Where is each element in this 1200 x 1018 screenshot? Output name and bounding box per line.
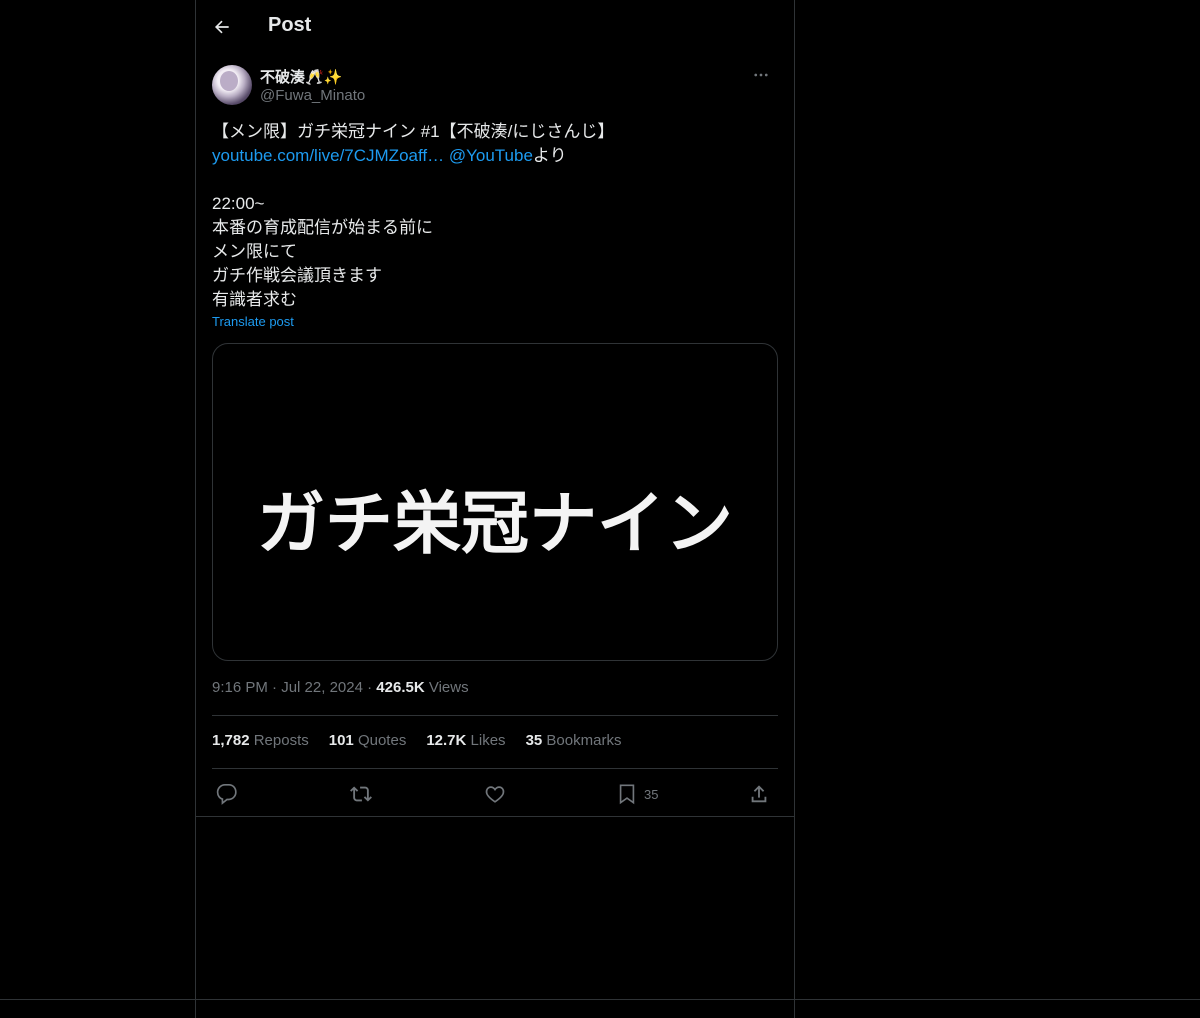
link-suffix: より <box>532 146 567 165</box>
action-bar: 35 <box>212 779 778 809</box>
display-name[interactable]: 不破湊🥂✨ <box>260 66 342 87</box>
views-count: 426.5K <box>376 679 425 696</box>
back-button[interactable] <box>208 13 236 41</box>
youtube-mention[interactable]: @YouTube <box>449 146 533 165</box>
post-meta: 9:16 PM · Jul 22, 2024 · 426.5K Views <box>212 679 469 696</box>
like-button[interactable] <box>484 779 506 809</box>
text-line-5: ガチ作戦会議頂きます <box>212 266 382 285</box>
meta-divider <box>212 715 778 716</box>
views-label: Views <box>428 679 469 696</box>
post-column: Post 不破湊🥂✨ @Fuwa_Minato 【メン限】ガチ栄冠ナイン #1【… <box>196 0 794 1018</box>
page-title: Post <box>268 14 312 36</box>
text-line-link: youtube.com/live/7CJMZoaff… @YouTubeより <box>212 144 778 168</box>
more-dots-icon <box>754 73 768 77</box>
back-arrow-icon <box>214 20 229 34</box>
post-time[interactable]: 9:16 PM <box>212 679 268 696</box>
stats-divider <box>212 768 778 769</box>
post-text: 【メン限】ガチ栄冠ナイン #1【不破湊/にじさんじ】 youtube.com/l… <box>212 120 778 312</box>
user-handle[interactable]: @Fuwa_Minato <box>260 87 365 104</box>
engagement-stats: 1,782 Reposts 101 Quotes 12.7K Likes 35 … <box>212 732 621 749</box>
media-card[interactable]: ガチ栄冠ナイン <box>212 343 778 661</box>
media-title-text: ガチ栄冠ナイン <box>256 485 733 564</box>
post-author: 不破湊🥂✨ @Fuwa_Minato <box>212 64 778 108</box>
like-icon <box>485 786 505 803</box>
bookmark-count: 35 <box>644 786 659 802</box>
quotes-stat[interactable]: 101 Quotes <box>329 732 407 749</box>
text-line-title: 【メン限】ガチ栄冠ナイン #1【不破湊/にじさんじ】 <box>212 122 615 141</box>
bookmark-icon <box>619 784 635 805</box>
share-button[interactable] <box>748 779 770 809</box>
reply-icon <box>216 784 237 805</box>
reply-button[interactable] <box>216 779 238 809</box>
post-date[interactable]: Jul 22, 2024 <box>281 679 363 696</box>
text-line-6: 有識者求む <box>212 290 297 309</box>
share-icon <box>751 785 767 803</box>
bookmarks-stat[interactable]: 35 Bookmarks <box>526 732 622 749</box>
translate-post-link[interactable]: Translate post <box>212 314 294 329</box>
text-line-4: メン限にて <box>212 242 297 261</box>
text-line-time: 22:00~ <box>212 194 265 213</box>
right-column-border <box>794 0 795 1018</box>
likes-stat[interactable]: 12.7K Likes <box>426 732 505 749</box>
header: Post <box>196 0 794 54</box>
youtube-link[interactable]: youtube.com/live/7CJMZoaff… <box>212 146 444 165</box>
post-bottom-border <box>196 816 794 817</box>
text-line-blank <box>212 168 778 192</box>
bookmark-button[interactable]: 35 <box>616 779 658 809</box>
more-options-button[interactable] <box>744 64 778 86</box>
text-line-3: 本番の育成配信が始まる前に <box>212 218 433 237</box>
avatar[interactable] <box>212 65 252 105</box>
repost-button[interactable] <box>350 779 372 809</box>
reposts-stat[interactable]: 1,782 Reposts <box>212 732 309 749</box>
repost-icon <box>350 786 372 802</box>
